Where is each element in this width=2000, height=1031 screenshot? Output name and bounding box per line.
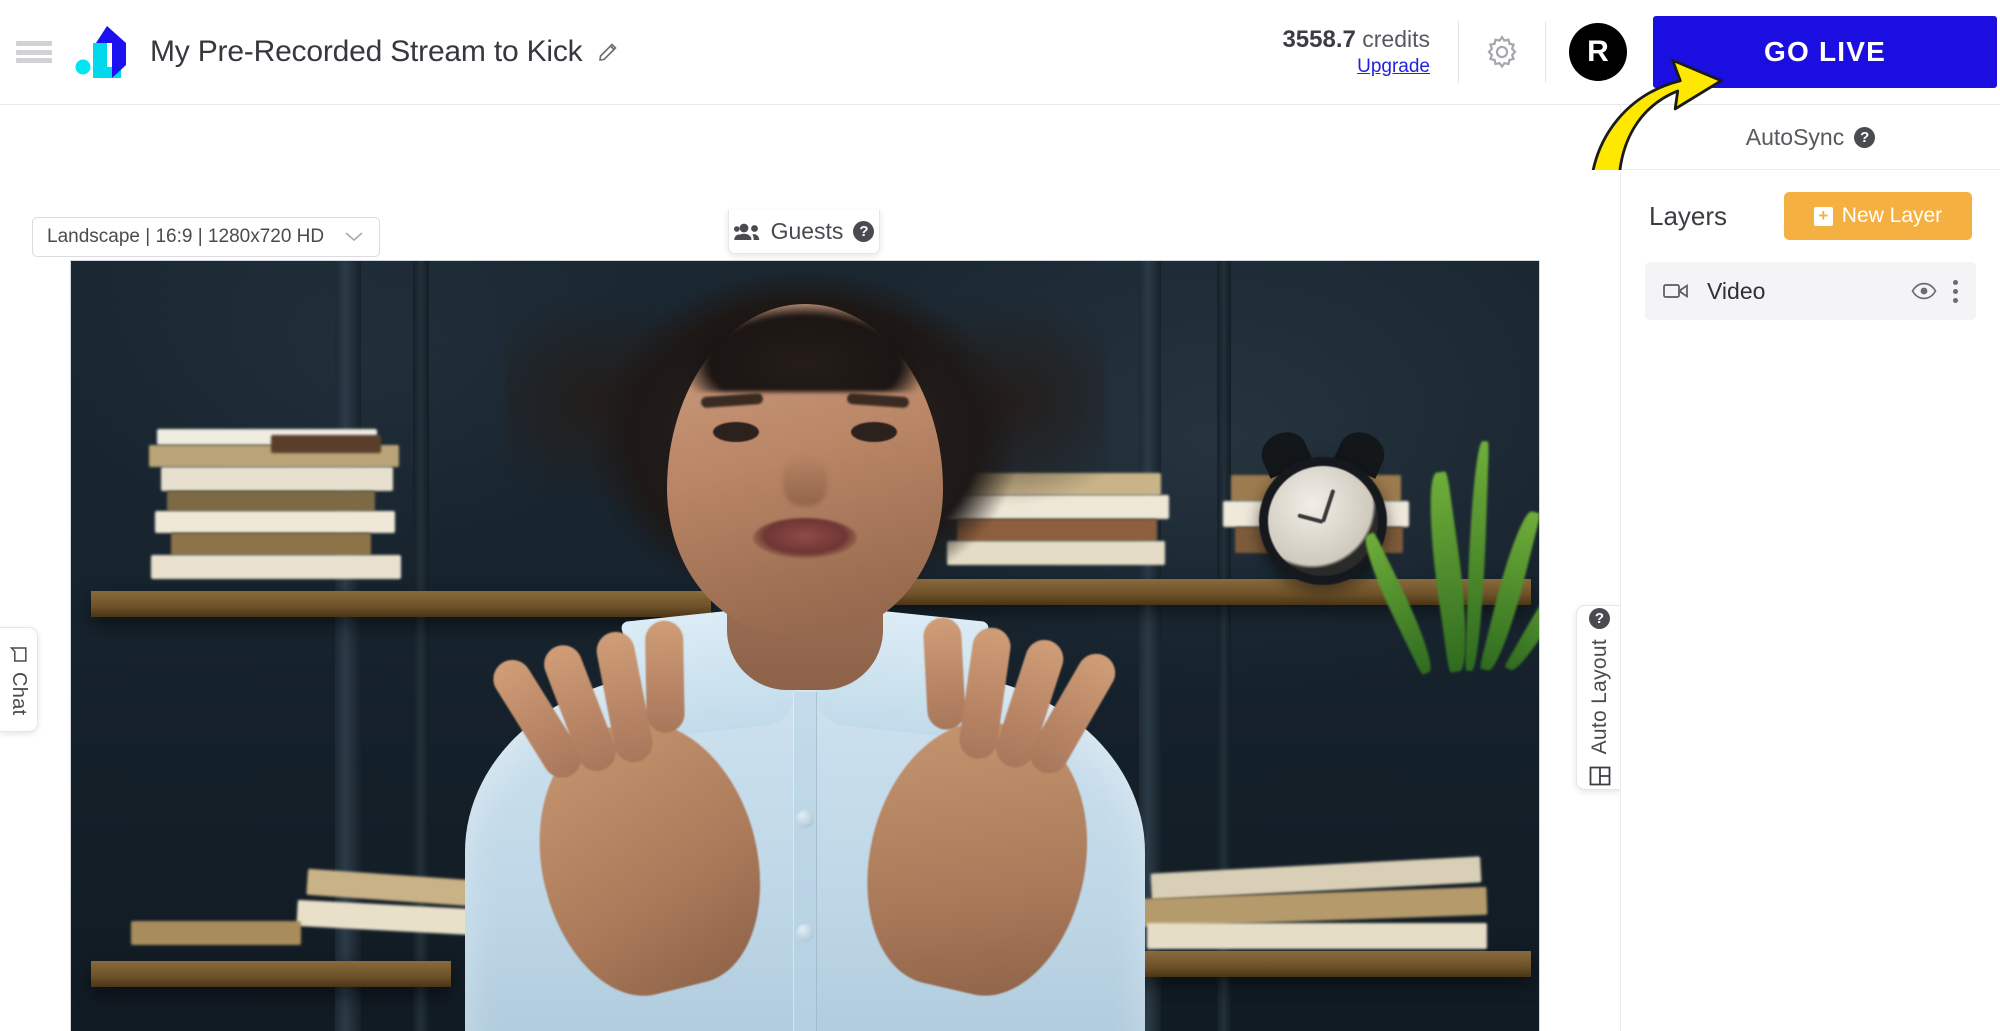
eye (713, 422, 759, 442)
three-dots-icon[interactable] (1953, 279, 1958, 303)
upgrade-link[interactable]: Upgrade (1357, 56, 1430, 78)
right-panel: AutoSync ? Layers + New Layer Video (1620, 105, 2000, 1031)
help-icon[interactable]: ? (1854, 126, 1876, 148)
tab-auto-layout[interactable]: Auto Layout ? (1576, 605, 1622, 790)
go-live-button[interactable]: GO LIVE (1653, 16, 1997, 88)
avatar-initial: R (1569, 23, 1627, 81)
layers-title: Layers (1649, 200, 1728, 231)
video-camera-icon (1663, 282, 1689, 300)
eye-icon[interactable] (1911, 282, 1937, 300)
credits-block: 3558.7 credits Upgrade (1282, 26, 1458, 77)
hamburger-icon[interactable] (14, 37, 54, 67)
video-scene (71, 261, 1539, 1031)
layers-header: Layers + New Layer (1621, 170, 2000, 262)
layout-grid-icon (1589, 765, 1611, 787)
video-preview[interactable] (70, 260, 1540, 1031)
stage-area: Landscape | 16:9 | 1280x720 HD Guests ? … (0, 105, 1622, 1031)
avatar[interactable]: R (1546, 23, 1650, 81)
shirt-placket (793, 692, 817, 1031)
format-select-value: Landscape | 16:9 | 1280x720 HD (47, 226, 325, 247)
brand-logo[interactable] (74, 21, 136, 83)
eye (851, 422, 897, 442)
layer-list-item[interactable]: Video (1645, 262, 1976, 320)
go-live-cell: GO LIVE (1650, 16, 2000, 88)
app-root: My Pre-Recorded Stream to Kick 3558.7 cr… (0, 0, 2000, 1031)
tab-chat[interactable]: Chat (0, 627, 38, 732)
autosync-row[interactable]: AutoSync ? (1621, 105, 2000, 170)
tab-guests[interactable]: Guests ? (728, 210, 880, 254)
layer-actions (1911, 279, 1958, 303)
page-title: My Pre-Recorded Stream to Kick (150, 35, 583, 68)
mouth (753, 518, 857, 558)
credits-label: credits (1362, 26, 1430, 53)
people-icon (733, 222, 761, 242)
video-subject (71, 261, 1539, 1031)
help-icon[interactable]: ? (1589, 608, 1610, 630)
top-bar-right: 3558.7 credits Upgrade R GO LIVE (1282, 0, 2000, 104)
subject-hairline (645, 261, 965, 392)
chat-bubble-icon (9, 644, 29, 664)
shirt-button (796, 810, 814, 828)
layer-name: Video (1707, 277, 1766, 304)
credits-line: 3558.7 credits (1282, 26, 1430, 54)
top-bar: My Pre-Recorded Stream to Kick 3558.7 cr… (0, 0, 2000, 105)
plus-icon: + (1813, 206, 1833, 226)
gear-icon[interactable] (1459, 33, 1545, 71)
shirt-button (796, 924, 814, 942)
chevron-down-icon (343, 229, 365, 246)
tab-chat-label: Chat (8, 671, 30, 716)
help-icon[interactable]: ? (853, 221, 875, 242)
credits-value: 3558.7 (1282, 26, 1356, 54)
pencil-icon[interactable] (596, 40, 620, 64)
autosync-label: AutoSync (1745, 123, 1845, 150)
new-layer-button[interactable]: + New Layer (1784, 192, 1972, 240)
format-select[interactable]: Landscape | 16:9 | 1280x720 HD (32, 217, 380, 257)
nose (783, 456, 827, 506)
tab-guests-label: Guests (770, 218, 844, 244)
tab-auto-layout-label: Auto Layout (1587, 639, 1611, 755)
new-layer-label: New Layer (1841, 204, 1943, 227)
